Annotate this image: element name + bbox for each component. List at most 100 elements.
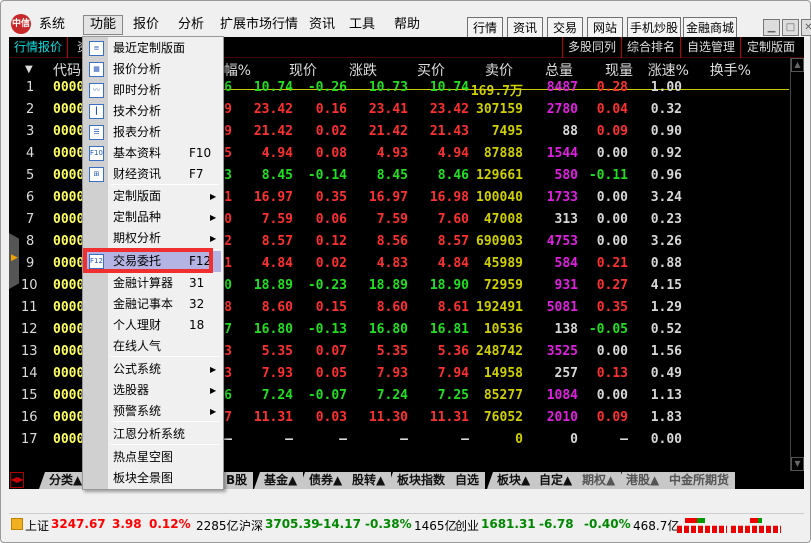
app-logo: 中信 [11, 14, 31, 34]
hs-percent: -0.38% [365, 517, 412, 531]
column-header[interactable]: 现价 [289, 60, 317, 80]
scroll-down-arrow[interactable]: ▼ [791, 457, 804, 471]
menu-item[interactable]: 金融计算器 31 [85, 273, 221, 294]
toolbar-button-3[interactable]: 网站 [587, 17, 623, 39]
menu-item[interactable]: 个人理财 18 [85, 315, 221, 336]
menu-2[interactable]: 报价 [127, 15, 165, 35]
stock-code[interactable]: 0000 [53, 432, 84, 447]
market-tab[interactable]: 自定▲ [529, 472, 579, 489]
cell-vol: 10536 [483, 322, 523, 337]
cell-ask: 10.74 [429, 80, 469, 95]
stock-code[interactable]: 0000 [53, 344, 84, 359]
stock-code[interactable]: 0000 [53, 278, 84, 293]
stock-code[interactable]: 0000 [53, 102, 84, 117]
cell-cur: 2010 [546, 410, 578, 425]
ranking-button[interactable]: 综合排名 [622, 37, 682, 58]
scroll-up-arrow[interactable]: ▲ [791, 58, 804, 72]
cell-ask: 21.43 [429, 124, 469, 139]
column-header[interactable]: 涨速% [648, 60, 689, 80]
menu-item[interactable]: 江恩分析系统 [85, 424, 221, 445]
multi-stock-button[interactable]: 多股同列 [562, 37, 623, 58]
menu-item[interactable]: ▦ 报价分析 [85, 59, 221, 80]
menu-4[interactable]: 扩展市场行情 [214, 15, 304, 35]
toolbar-button-2[interactable]: 交易 [547, 17, 583, 39]
app-window: 中信 系统 功能 报价 分析 扩展市场行情 资讯 工具 帮助 行情 资讯 交易 网站 手机炒股 金融商城… [0, 0, 811, 543]
menu-item[interactable]: 预警系统 ▶ [85, 401, 221, 422]
column-header[interactable]: 涨跌 [349, 60, 377, 80]
market-tab[interactable]: 板块▲ [487, 472, 537, 489]
market-tab[interactable]: 期权▲ [572, 472, 622, 489]
column-header[interactable]: 现量 [605, 60, 633, 80]
menu-item[interactable]: ┃ 技术分析 [85, 101, 221, 122]
cell-bid: 21.42 [368, 124, 408, 139]
menu-item[interactable]: 选股器 ▶ [85, 380, 221, 401]
stock-code[interactable]: 0000 [53, 212, 84, 227]
cell-chg: -0.14 [307, 168, 347, 183]
menu-item-label: 热点星空图 [113, 450, 174, 464]
menu-item[interactable]: 期权分析 ▶ [85, 228, 221, 249]
menu-6[interactable]: 工具 [343, 15, 381, 35]
menu-item[interactable]: F10 基本资料 F10 [85, 143, 221, 164]
stock-code[interactable]: 0000 [53, 234, 84, 249]
minimize-button[interactable]: ▁ [763, 19, 780, 36]
menu-item[interactable]: 公式系统 ▶ [85, 359, 221, 380]
side-panel-handle[interactable]: ▶ [9, 233, 19, 289]
column-header[interactable]: 卖价 [485, 60, 513, 80]
menu-item[interactable]: ≡ 最近定制版面 [85, 38, 221, 59]
menu-3[interactable]: 分析 [172, 15, 210, 35]
market-tab[interactable]: 自选 [445, 472, 486, 489]
menu-item[interactable]: 〰即时分析 [85, 80, 221, 101]
stock-code[interactable]: 0000 [53, 146, 84, 161]
vertical-scrollbar[interactable]: ▲ ▼ [790, 58, 804, 471]
menu-item[interactable]: 热点星空图 [85, 447, 221, 468]
stock-code[interactable]: 0000 [53, 366, 84, 381]
menu-7[interactable]: 帮助 [388, 15, 426, 35]
stock-code[interactable]: 0000 [53, 80, 84, 95]
market-tab[interactable]: 债券▲ [299, 472, 349, 489]
column-header[interactable]: 幅% [224, 60, 251, 80]
market-tab[interactable]: 港股▲ [616, 472, 666, 489]
toolbar-button-0[interactable]: 行情 [467, 17, 503, 39]
market-tab[interactable]: 基金▲ [254, 472, 304, 489]
market-tab[interactable]: 股转▲ [342, 472, 392, 489]
menu-5[interactable]: 资讯 [303, 15, 341, 35]
menu-item[interactable]: 板块全景图 [85, 468, 221, 489]
stock-code[interactable]: 0000 [53, 256, 84, 271]
stock-code[interactable]: 0000 [53, 322, 84, 337]
column-header[interactable]: ▼ [25, 64, 33, 75]
menu-item[interactable]: ☰ 报表分析 [85, 122, 221, 143]
market-tab[interactable]: 分类▲ [39, 472, 89, 489]
row-number: 10 [21, 278, 38, 293]
market-tab[interactable]: 中金所期货 [659, 472, 736, 489]
menu-item[interactable]: 定制版面 ▶ [85, 186, 221, 207]
maximize-button[interactable]: □ [782, 19, 799, 36]
menu-item[interactable]: 在线人气 [85, 336, 221, 357]
custom-layout-button[interactable]: 定制版面 [742, 37, 800, 58]
column-header[interactable]: 换手% [710, 60, 751, 80]
column-header[interactable]: 代码 [53, 60, 81, 80]
cell-vol: 87888 [483, 146, 523, 161]
stock-code[interactable]: 0000 [53, 300, 84, 315]
watchlist-manage-button[interactable]: 自选管理 [682, 37, 742, 58]
menu-1[interactable]: 功能 [83, 15, 124, 35]
column-header[interactable]: 总量 [545, 60, 573, 80]
menu-item[interactable]: 金融记事本 32 [85, 294, 221, 315]
toolbar-button-4[interactable]: 手机炒股 [627, 17, 681, 39]
toolbar-button-5[interactable]: 金融商城 [683, 17, 737, 39]
menu-0[interactable]: 系统 [33, 15, 71, 35]
menu-item[interactable]: ⊞ 财经资讯 F7 [85, 164, 221, 185]
tab-quotes[interactable]: 行情报价 [9, 37, 69, 58]
stock-code[interactable]: 0000 [53, 168, 84, 183]
stock-code[interactable]: 0000 [53, 190, 84, 205]
stock-code[interactable]: 0000 [53, 388, 84, 403]
cell-cur: 8487 [546, 80, 578, 95]
menu-item-label: 报价分析 [113, 62, 162, 76]
stock-code[interactable]: 0000 [53, 124, 84, 139]
column-header[interactable]: 买价 [417, 60, 445, 80]
close-button[interactable]: ✕ [801, 19, 811, 36]
tab-scroll-arrows[interactable]: ◀▶ [10, 472, 24, 488]
toolbar-button-1[interactable]: 资讯 [507, 17, 543, 39]
stock-code[interactable]: 0000 [53, 410, 84, 425]
market-tab[interactable]: 板块指数 [387, 472, 452, 489]
menu-item[interactable]: 定制品种 ▶ [85, 207, 221, 228]
